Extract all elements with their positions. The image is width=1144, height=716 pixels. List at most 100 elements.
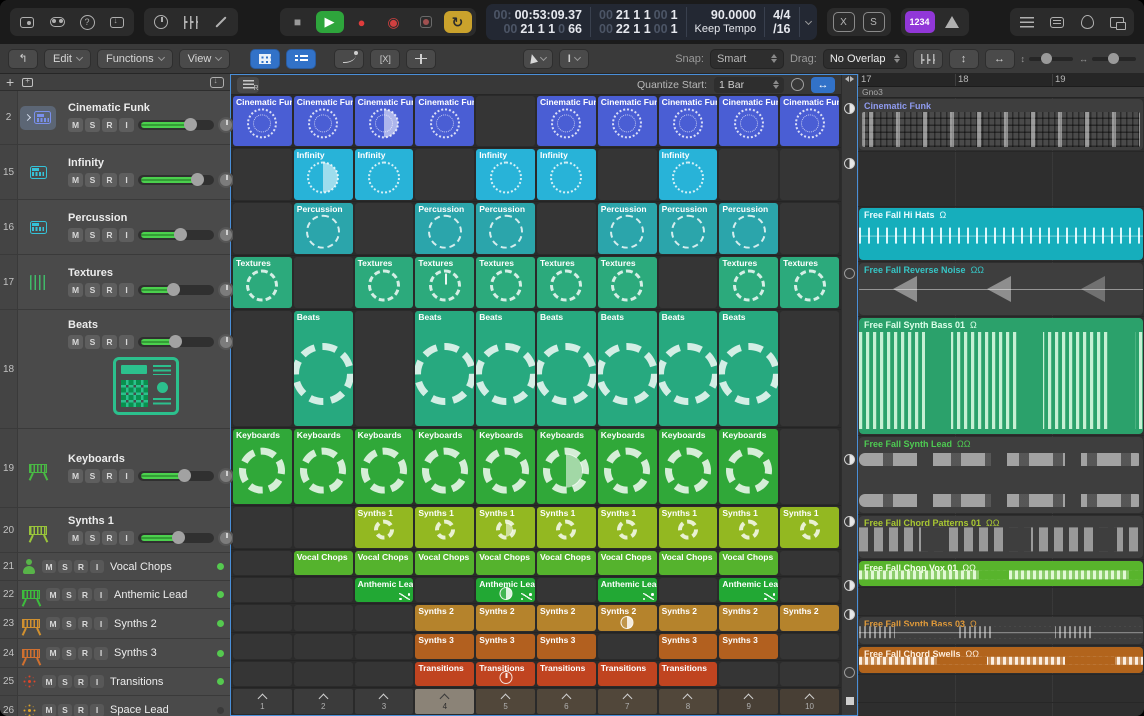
m-button[interactable]: M bbox=[46, 617, 60, 630]
grid-cell-anthemic-lead-6[interactable] bbox=[537, 578, 596, 602]
track-header-textures[interactable]: 17TexturesMSRI bbox=[0, 255, 230, 310]
m-button[interactable]: M bbox=[46, 588, 60, 601]
vertical-auto-zoom-icon[interactable]: ↕ bbox=[949, 49, 979, 69]
m-button[interactable]: M bbox=[68, 118, 83, 132]
grid-cell-synths-3-1[interactable] bbox=[233, 634, 292, 659]
note-pads-icon[interactable] bbox=[1044, 11, 1070, 33]
grid-cell-cinematic-funk-3[interactable]: Cinematic Funk bbox=[355, 96, 414, 146]
waveform-zoom-icon[interactable] bbox=[913, 49, 943, 69]
i-button[interactable]: I bbox=[119, 228, 134, 242]
grid-cell-percussion-1[interactable] bbox=[233, 203, 292, 254]
grid-cell-beats-3[interactable] bbox=[355, 311, 414, 426]
i-button[interactable]: I bbox=[119, 469, 134, 483]
scene-trigger-4[interactable]: 4 bbox=[415, 689, 474, 714]
track-on-indicator[interactable] bbox=[217, 650, 224, 657]
grid-cell-anthemic-lead-4[interactable] bbox=[415, 578, 474, 602]
scene-trigger-2[interactable]: 2 bbox=[294, 689, 353, 714]
volume-thumb[interactable] bbox=[167, 283, 180, 296]
track-on-indicator[interactable] bbox=[217, 707, 224, 714]
row-playing-indicator-icon[interactable] bbox=[844, 158, 855, 169]
r-button[interactable]: R bbox=[102, 531, 117, 545]
pan-knob[interactable] bbox=[218, 117, 234, 133]
automation-tool-icon[interactable] bbox=[334, 49, 364, 69]
i-button[interactable]: I bbox=[94, 588, 108, 601]
grid-tracks-divider-icon[interactable] bbox=[842, 75, 857, 82]
grid-cell-keyboards-8[interactable]: Keyboards bbox=[659, 429, 718, 504]
grid-cell-cinematic-funk-6[interactable]: Cinematic Funk bbox=[537, 96, 596, 146]
grid-cell-percussion-9[interactable]: Percussion bbox=[719, 203, 778, 254]
s-button[interactable]: S bbox=[85, 228, 100, 242]
track-header-infinity[interactable]: 15InfinityMSRI bbox=[0, 145, 230, 200]
track-header-keyboards[interactable]: 19KeyboardsMSRI bbox=[0, 429, 230, 508]
track-header-synths-3[interactable]: 24MSRISynths 3 bbox=[0, 639, 230, 668]
m-button[interactable]: M bbox=[42, 675, 56, 688]
grid-cell-vocal-chops-3[interactable]: Vocal Chops bbox=[355, 551, 414, 575]
duplicate-track-button[interactable] bbox=[22, 78, 33, 87]
i-button[interactable]: I bbox=[94, 647, 108, 660]
volume-thumb[interactable] bbox=[191, 173, 204, 186]
grid-cell-synths-1-3[interactable]: Synths 1 bbox=[355, 507, 414, 548]
m-button[interactable]: M bbox=[68, 531, 83, 545]
grid-cell-transitions-2[interactable] bbox=[294, 662, 353, 686]
m-button[interactable]: M bbox=[68, 228, 83, 242]
pan-knob[interactable] bbox=[218, 530, 234, 546]
pan-knob[interactable] bbox=[218, 282, 234, 298]
grid-cell-infinity-10[interactable] bbox=[780, 149, 839, 200]
media-library-icon[interactable] bbox=[14, 11, 40, 33]
pointer-tool-menu[interactable] bbox=[523, 49, 553, 69]
grid-cell-keyboards-6[interactable]: Keyboards bbox=[537, 429, 596, 504]
snap-select[interactable]: Smart bbox=[710, 49, 784, 69]
grid-cell-textures-6[interactable]: Textures bbox=[537, 257, 596, 308]
s-button[interactable]: S bbox=[58, 675, 72, 688]
grid-cell-cinematic-funk-9[interactable]: Cinematic Funk bbox=[719, 96, 778, 146]
region-free-fall-chord-patterns-01[interactable]: Free Fall Chord Patterns 01ΩΩ bbox=[859, 516, 1143, 558]
grid-cell-keyboards-3[interactable]: Keyboards bbox=[355, 429, 414, 504]
scene-trigger-5[interactable]: 5 bbox=[476, 689, 535, 714]
track-header-anthemic-lead[interactable]: 22MSRIAnthemic Lead bbox=[0, 581, 230, 609]
grid-cell-keyboards-9[interactable]: Keyboards bbox=[719, 429, 778, 504]
grid-cell-vocal-chops-7[interactable]: Vocal Chops bbox=[598, 551, 657, 575]
scene-trigger-7[interactable]: 7 bbox=[598, 689, 657, 714]
grid-cell-cinematic-funk-10[interactable]: Cinematic Funk bbox=[780, 96, 839, 146]
r-button[interactable]: R bbox=[102, 469, 117, 483]
s-button[interactable]: S bbox=[85, 173, 100, 187]
volume-thumb[interactable] bbox=[172, 531, 185, 544]
grid-cell-infinity-5[interactable]: Infinity bbox=[476, 149, 535, 200]
grid-cell-synths-2-8[interactable]: Synths 2 bbox=[659, 605, 718, 631]
grid-cell-synths-2-5[interactable]: Synths 2 bbox=[476, 605, 535, 631]
grid-cell-synths-2-4[interactable]: Synths 2 bbox=[415, 605, 474, 631]
grid-cell-synths-3-10[interactable] bbox=[780, 634, 839, 659]
grid-cell-percussion-3[interactable] bbox=[355, 203, 414, 254]
grid-cell-cinematic-funk-2[interactable]: Cinematic Funk bbox=[294, 96, 353, 146]
grid-cell-transitions-9[interactable] bbox=[719, 662, 778, 686]
grid-cell-beats-8[interactable]: Beats bbox=[659, 311, 718, 426]
region-free-fall-synth-bass-03[interactable]: Free Fall Synth Bass 03Ω bbox=[859, 617, 1143, 644]
row-playing-indicator-icon[interactable] bbox=[844, 580, 855, 591]
grid-cell-synths-1-10[interactable]: Synths 1 bbox=[780, 507, 839, 548]
cycle-button[interactable]: ↻ bbox=[444, 11, 472, 33]
bar-ruler[interactable]: 17181920 bbox=[858, 74, 1144, 87]
i-button[interactable]: I bbox=[90, 704, 104, 716]
marquee-tool-icon[interactable]: [X] bbox=[370, 49, 400, 69]
r-button[interactable]: R bbox=[74, 675, 88, 688]
row-playing-indicator-icon[interactable] bbox=[844, 609, 855, 620]
grid-cell-synths-3-7[interactable] bbox=[598, 634, 657, 659]
grid-cell-anthemic-lead-8[interactable] bbox=[659, 578, 718, 602]
grid-cell-percussion-7[interactable]: Percussion bbox=[598, 203, 657, 254]
horizontal-zoom-slider[interactable] bbox=[1092, 57, 1136, 61]
r-button[interactable]: R bbox=[102, 228, 117, 242]
grid-cell-percussion-8[interactable]: Percussion bbox=[659, 203, 718, 254]
r-button[interactable]: R bbox=[74, 704, 88, 716]
m-button[interactable]: M bbox=[42, 560, 56, 573]
r-button[interactable]: R bbox=[102, 118, 117, 132]
grid-cell-synths-2-7[interactable]: Synths 2 bbox=[598, 605, 657, 631]
grid-cell-percussion-2[interactable]: Percussion bbox=[294, 203, 353, 254]
r-button[interactable]: R bbox=[102, 335, 117, 349]
stop-all-icon[interactable] bbox=[846, 697, 854, 705]
grid-cell-beats-1[interactable] bbox=[233, 311, 292, 426]
stop-button[interactable]: ■ bbox=[284, 11, 312, 33]
play-button[interactable]: ▶ bbox=[316, 11, 344, 33]
grid-cell-transitions-10[interactable] bbox=[780, 662, 839, 686]
loop-browser-icon[interactable] bbox=[1074, 11, 1100, 33]
row-playing-indicator-icon[interactable] bbox=[844, 103, 855, 114]
